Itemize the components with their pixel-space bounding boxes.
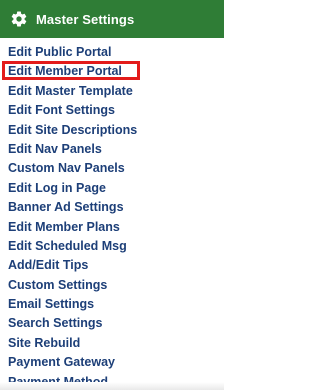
menu-item-edit-public-portal[interactable]: Edit Public Portal	[0, 43, 224, 62]
menu-item-edit-site-descriptions[interactable]: Edit Site Descriptions	[0, 121, 224, 140]
menu-item-edit-font-settings[interactable]: Edit Font Settings	[0, 101, 224, 120]
menu-item-edit-member-plans[interactable]: Edit Member Plans	[0, 218, 224, 237]
menu-item-custom-nav-panels[interactable]: Custom Nav Panels	[0, 159, 224, 178]
menu-item-edit-master-template[interactable]: Edit Master Template	[0, 82, 224, 101]
gear-icon	[10, 10, 28, 28]
menu-item-banner-ad-settings[interactable]: Banner Ad Settings	[0, 198, 224, 217]
menu-item-payment-gateway[interactable]: Payment Gateway	[0, 353, 224, 372]
panel-header: Master Settings	[0, 0, 224, 38]
menu-item-search-settings[interactable]: Search Settings	[0, 314, 224, 333]
menu-item-email-settings[interactable]: Email Settings	[0, 295, 224, 314]
settings-menu: Edit Public Portal Edit Member Portal Ed…	[0, 43, 224, 390]
menu-item-custom-settings[interactable]: Custom Settings	[0, 276, 224, 295]
menu-item-edit-member-portal[interactable]: Edit Member Portal	[0, 61, 224, 81]
menu-item-edit-nav-panels[interactable]: Edit Nav Panels	[0, 140, 224, 159]
menu-item-add-edit-tips[interactable]: Add/Edit Tips	[0, 256, 224, 275]
master-settings-panel: Master Settings Edit Public Portal Edit …	[0, 0, 224, 390]
panel-bottom-edge	[0, 382, 224, 390]
menu-item-site-rebuild[interactable]: Site Rebuild	[0, 334, 224, 353]
menu-item-edit-scheduled-msg[interactable]: Edit Scheduled Msg	[0, 237, 224, 256]
panel-title: Master Settings	[36, 11, 135, 27]
menu-item-edit-log-in-page[interactable]: Edit Log in Page	[0, 179, 224, 198]
